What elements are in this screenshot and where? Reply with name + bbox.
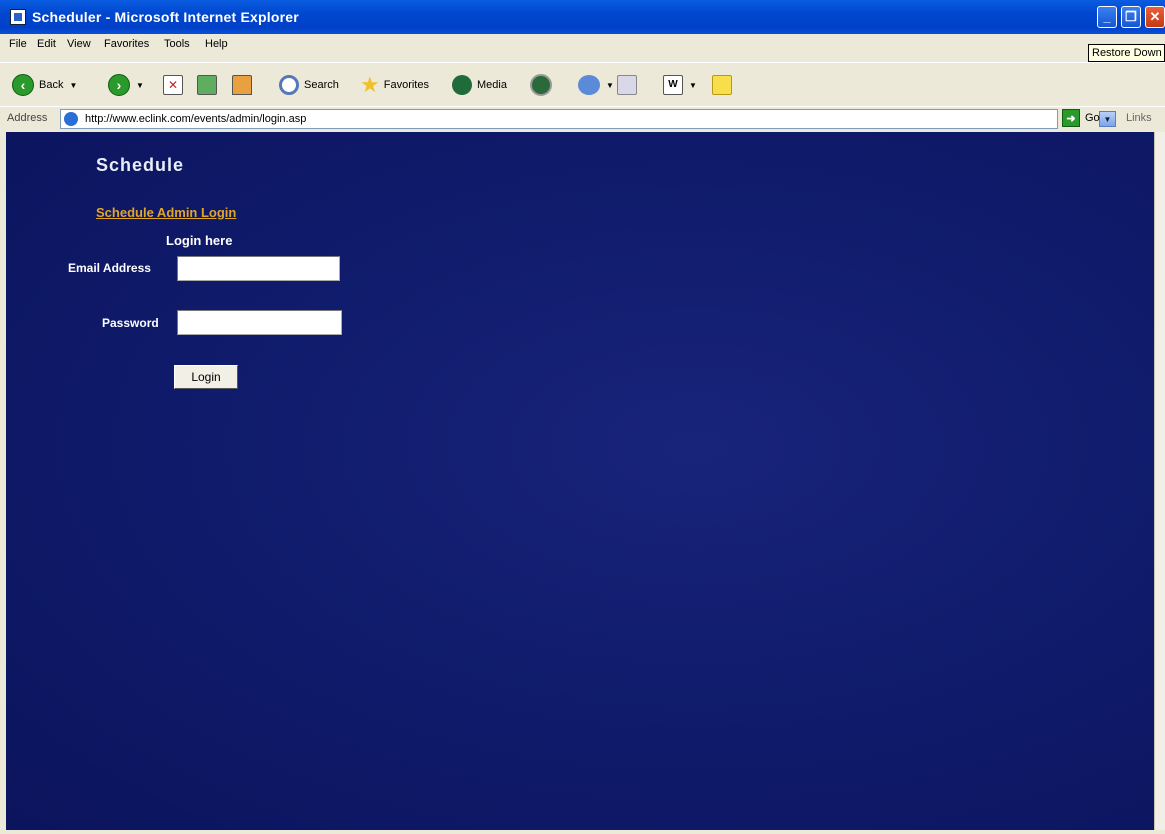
menu-tools[interactable]: Tools [164,38,190,50]
stop-button[interactable]: ✕ [163,73,183,97]
ie-app-icon [10,9,26,25]
password-field[interactable] [177,310,342,335]
close-button[interactable]: ✕ [1145,6,1165,28]
address-url[interactable]: http://www.eclink.com/events/admin/login… [85,113,306,125]
vertical-scrollbar[interactable] [1154,132,1165,830]
address-dropdown-icon[interactable]: ▼ [1099,111,1116,127]
star-icon: ★ [360,72,380,97]
favorites-button[interactable]: ★ Favorites [360,73,429,97]
login-button[interactable]: Login [174,365,238,389]
standard-toolbar: ‹ Back ▼ › ▼ ✕ Search ★ Favorites Media [0,62,1165,104]
email-label: Email Address [68,261,151,275]
print-icon [617,75,637,95]
history-button[interactable] [530,73,552,97]
back-dropdown-icon[interactable]: ▼ [69,81,77,90]
schedule-admin-login-link[interactable]: Schedule Admin Login [96,205,236,220]
address-input[interactable]: http://www.eclink.com/events/admin/login… [60,109,1116,129]
menu-file[interactable]: File [9,38,27,50]
menu-edit[interactable]: Edit [37,38,56,50]
page-icon [64,112,78,126]
minimize-button[interactable]: _ [1097,6,1117,28]
title-bar: Scheduler - Microsoft Internet Explorer … [0,0,1165,34]
menu-help[interactable]: Help [205,38,228,50]
home-button[interactable] [232,73,252,97]
go-label: Go [1085,112,1100,124]
refresh-button[interactable] [197,73,217,97]
menu-favorites[interactable]: Favorites [104,38,149,50]
page-title: Schedule [96,155,185,175]
password-label: Password [102,316,159,330]
email-field[interactable] [177,256,340,281]
history-icon [530,74,552,96]
login-heading: Login here [166,233,233,248]
word-icon: W [663,75,683,95]
edit-dropdown-icon[interactable]: ▼ [689,81,697,90]
search-label: Search [304,79,339,91]
discuss-button[interactable] [712,73,732,97]
restore-button[interactable]: ❐ [1121,6,1141,28]
print-button[interactable] [617,73,637,97]
window-title: Scheduler - Microsoft Internet Explorer [32,9,299,25]
forward-button[interactable]: › ▼ [108,73,144,97]
search-icon [279,75,299,95]
edit-word-button[interactable]: W ▼ [663,73,697,97]
address-label: Address [7,112,48,124]
media-button[interactable]: Media [452,73,507,97]
media-label: Media [477,79,507,91]
address-bar: Address http://www.eclink.com/events/adm… [0,106,1165,130]
forward-dropdown-icon[interactable]: ▼ [136,81,144,90]
back-arrow-icon: ‹ [12,74,34,96]
media-icon [452,75,472,95]
home-icon [232,75,252,95]
menu-view[interactable]: View [67,38,91,50]
back-button[interactable]: ‹ Back ▼ [12,73,77,97]
search-button[interactable]: Search [279,73,339,97]
restore-tooltip: Restore Down [1088,44,1165,62]
mail-button[interactable]: ▼ [578,73,614,97]
page-content: Schedule Schedule Admin Login Login here… [6,132,1154,830]
refresh-icon [197,75,217,95]
go-button[interactable]: ➜ Go [1062,109,1100,127]
links-toolbar[interactable]: Links [1126,112,1152,124]
forward-arrow-icon: › [108,74,130,96]
back-label: Back [39,79,64,91]
mail-icon [578,75,600,95]
browser-window: Scheduler - Microsoft Internet Explorer … [0,0,1165,834]
stop-icon: ✕ [163,75,183,95]
mail-dropdown-icon[interactable]: ▼ [606,81,614,90]
discuss-icon [712,75,732,95]
go-arrow-icon: ➜ [1062,109,1080,127]
menu-bar: File Edit View Favorites Tools Help [0,34,1085,56]
favorites-label: Favorites [383,79,429,91]
